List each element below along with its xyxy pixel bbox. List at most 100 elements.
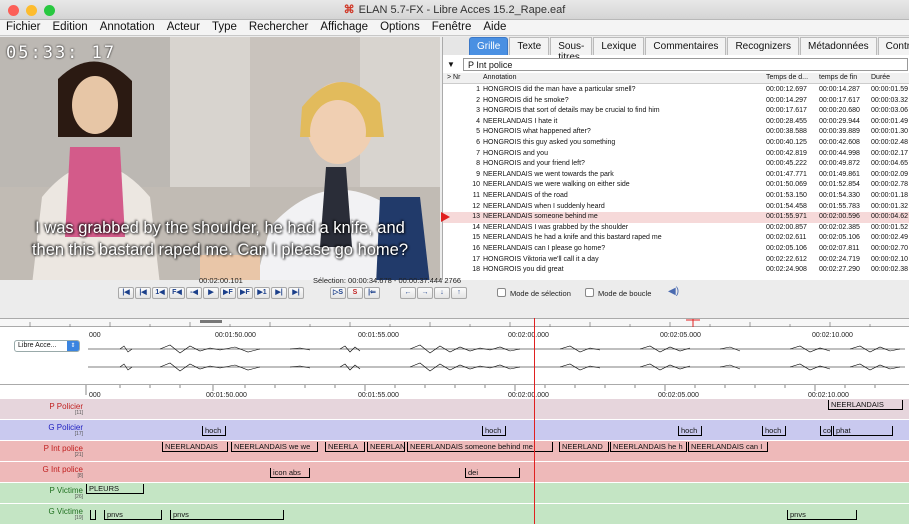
annotation-grid[interactable]: 1 HONGROIS did the man have a particular … <box>443 85 909 280</box>
tier-selector[interactable]: ▼ P Int police <box>445 57 908 71</box>
grid-row[interactable]: 9 NEERLANDAIS we went towards the park 00:… <box>443 170 909 181</box>
forward-frame-button[interactable]: ▶F <box>237 287 253 299</box>
tab-sous-titres[interactable]: Sous-titres <box>550 37 593 63</box>
annotation-segment[interactable]: hoch <box>678 426 702 436</box>
speaker-icon[interactable]: ◀) <box>668 286 679 297</box>
go-to-begin-button[interactable]: |◀ <box>118 287 134 299</box>
grid-row[interactable]: 2 HONGROIS did he smoke? 00:00:14.297 00:00… <box>443 96 909 107</box>
menu-type[interactable]: Type <box>208 20 245 35</box>
selection-begin-button[interactable]: |⇐ <box>364 287 380 299</box>
next-frame-button[interactable]: ▶| <box>271 287 287 299</box>
forward-pixel-button[interactable]: ▶F <box>220 287 236 299</box>
tier-row[interactable]: P Policier [11] NEERLANDAIS <box>0 399 909 420</box>
grid-row[interactable]: 7 HONGROIS and you 00:00:42.819 00:00:44.99… <box>443 149 909 160</box>
grid-row[interactable]: 18 HONGROIS you did great 00:02:24.908 00:0… <box>443 265 909 276</box>
annotation-segment[interactable]: phat <box>833 426 893 436</box>
overview-ruler[interactable] <box>0 318 909 328</box>
annotation-segment[interactable]: icon abs <box>270 468 310 478</box>
grid-header-nr[interactable]: > Nr <box>447 74 460 81</box>
annotation-segment[interactable]: NEERLANDAIS someone behind me <box>407 442 553 452</box>
tier-label[interactable]: G Policier [17] <box>0 423 86 437</box>
annotation-segment[interactable]: pnvs <box>104 510 162 520</box>
tier-label[interactable]: P Victime [26] <box>0 486 86 500</box>
grid-row[interactable]: 1 HONGROIS did the man have a particular … <box>443 85 909 96</box>
grid-row[interactable]: 17 HONGROIS Viktoria we'll call it a day 0… <box>443 255 909 266</box>
annotation-segment[interactable]: pnvs <box>787 510 857 520</box>
annotation-segment[interactable]: pnvs <box>170 510 284 520</box>
menu-rechercher[interactable]: Rechercher <box>245 20 316 35</box>
grid-row[interactable]: 3 HONGROIS that sort of details may be cr… <box>443 106 909 117</box>
tab-metadonnees[interactable]: Métadonnées <box>800 37 877 55</box>
menu-affichage[interactable]: Affichage <box>316 20 376 35</box>
grid-header-end[interactable]: temps de fin <box>819 74 857 81</box>
menu-fichier[interactable]: Fichier <box>2 20 49 35</box>
grid-header-annotation[interactable]: Annotation <box>483 74 516 81</box>
grid-row[interactable]: 8 HONGROIS and your friend left? 00:00:45.… <box>443 159 909 170</box>
annotation-segment[interactable] <box>90 510 96 520</box>
annotation-segment[interactable]: NEERLAND <box>559 442 609 452</box>
menu-edition[interactable]: Edition <box>49 20 96 35</box>
play-selection-button[interactable]: ▷S <box>330 287 346 299</box>
grid-row[interactable]: 13 NEERLANDAIS someone behind me 00:01:55.… <box>443 212 909 223</box>
grid-header-begin[interactable]: Temps de d... <box>766 74 808 81</box>
tab-recognizers[interactable]: Recognizers <box>727 37 800 55</box>
waveform-source-select[interactable]: Libre Acce... ⇕ <box>14 340 80 352</box>
grid-row[interactable]: 12 NEERLANDAIS when I suddenly heard 00:01… <box>443 202 909 213</box>
tier-row[interactable]: G Int police [8] icon abs dei <box>0 462 909 483</box>
grid-header-duration[interactable]: Durée <box>871 74 890 81</box>
tier-row[interactable]: G Victime [19] pnvs pnvs pnvs <box>0 504 909 525</box>
annotation-segment[interactable]: NEERLA <box>325 442 365 452</box>
annotation-segment[interactable]: NEERLAN <box>367 442 405 452</box>
clear-selection-button[interactable]: S <box>347 287 363 299</box>
back-frame-button[interactable]: F◀ <box>169 287 185 299</box>
annotation-segment[interactable]: NEERLANDAIS <box>162 442 228 452</box>
annotation-segment[interactable]: hoch <box>482 426 506 436</box>
grid-row[interactable]: 4 NEERLANDAIS I hate it 00:00:28.455 00:00:… <box>443 117 909 128</box>
tab-texte[interactable]: Texte <box>509 37 550 55</box>
menu-aide[interactable]: Aide <box>479 20 514 35</box>
forward-one-second-button[interactable]: ▶1 <box>254 287 270 299</box>
annotation-segment[interactable]: dei <box>465 468 520 478</box>
menu-annotation[interactable]: Annotation <box>96 20 163 35</box>
tier-row[interactable]: G Policier [17] hoch hoch hoch hoch co phat <box>0 420 909 441</box>
grid-row[interactable]: 10 NEERLANDAIS we were walking on either … <box>443 180 909 191</box>
next-annotation-button[interactable]: → <box>417 287 433 299</box>
loop-mode-checkbox[interactable] <box>585 288 594 297</box>
tier-row[interactable]: P Int police [21] NEERLANDAIS NEERLANDAIS w… <box>0 441 909 462</box>
dropdown-arrow-icon[interactable]: ▼ <box>445 60 457 69</box>
tier-label[interactable]: G Victime [19] <box>0 507 86 521</box>
tab-grille[interactable]: Grille <box>469 37 509 55</box>
previous-annotation-button[interactable]: ← <box>400 287 416 299</box>
annotation-segment[interactable]: co <box>820 426 832 436</box>
selection-mode-checkbox[interactable] <box>497 288 506 297</box>
menu-fenetre[interactable]: Fenêtre <box>428 20 480 35</box>
tier-label[interactable]: P Int police [21] <box>0 444 86 458</box>
annotation-below-button[interactable]: ↓ <box>434 287 450 299</box>
video-viewer[interactable]: 05:33: 17 I was grabbed by the shoulder,… <box>0 37 440 285</box>
tab-lexique[interactable]: Lexique <box>593 37 645 55</box>
tier-label[interactable]: P Policier [11] <box>0 402 86 416</box>
annotation-segment[interactable]: hoch <box>202 426 226 436</box>
annotation-segment[interactable]: hoch <box>762 426 786 436</box>
grid-row[interactable]: 15 NEERLANDAIS he had a knife and this ba… <box>443 233 909 244</box>
back-pixel-button[interactable]: -◀ <box>186 287 202 299</box>
annotation-segment[interactable]: NEERLANDAIS can I <box>688 442 768 452</box>
tier-selector-field[interactable]: P Int police <box>463 57 908 71</box>
timeline-ruler[interactable]: 000 00:01:50.000 00:01:55.000 00:02:00.0… <box>0 385 909 399</box>
tab-commentaires[interactable]: Commentaires <box>645 37 727 55</box>
crosshair-cursor[interactable] <box>534 327 535 524</box>
go-to-end-button[interactable]: ▶| <box>288 287 304 299</box>
play-button[interactable]: ▶ <box>203 287 219 299</box>
grid-row[interactable]: 11 NEERLANDAIS of the road 00:01:53.150 00:… <box>443 191 909 202</box>
grid-row[interactable]: 6 HONGROIS this guy asked you something 00… <box>443 138 909 149</box>
annotation-above-button[interactable]: ↑ <box>451 287 467 299</box>
tab-controles[interactable]: Contrôles <box>877 37 909 55</box>
annotation-segment[interactable]: PLEURS <box>86 484 144 494</box>
waveform-viewer[interactable]: 000 00:01:50.000 00:01:55.000 00:02:00.0… <box>0 327 909 385</box>
back-one-second-button[interactable]: 1◀ <box>152 287 168 299</box>
menu-acteur[interactable]: Acteur <box>163 20 208 35</box>
annotation-segment[interactable]: NEERLANDAIS we we <box>231 442 318 452</box>
tier-row[interactable]: P Victime [26] PLEURS <box>0 483 909 504</box>
grid-row[interactable]: 16 NEERLANDAIS can I please go home? 00:02… <box>443 244 909 255</box>
tier-label[interactable]: G Int police [8] <box>0 465 86 479</box>
